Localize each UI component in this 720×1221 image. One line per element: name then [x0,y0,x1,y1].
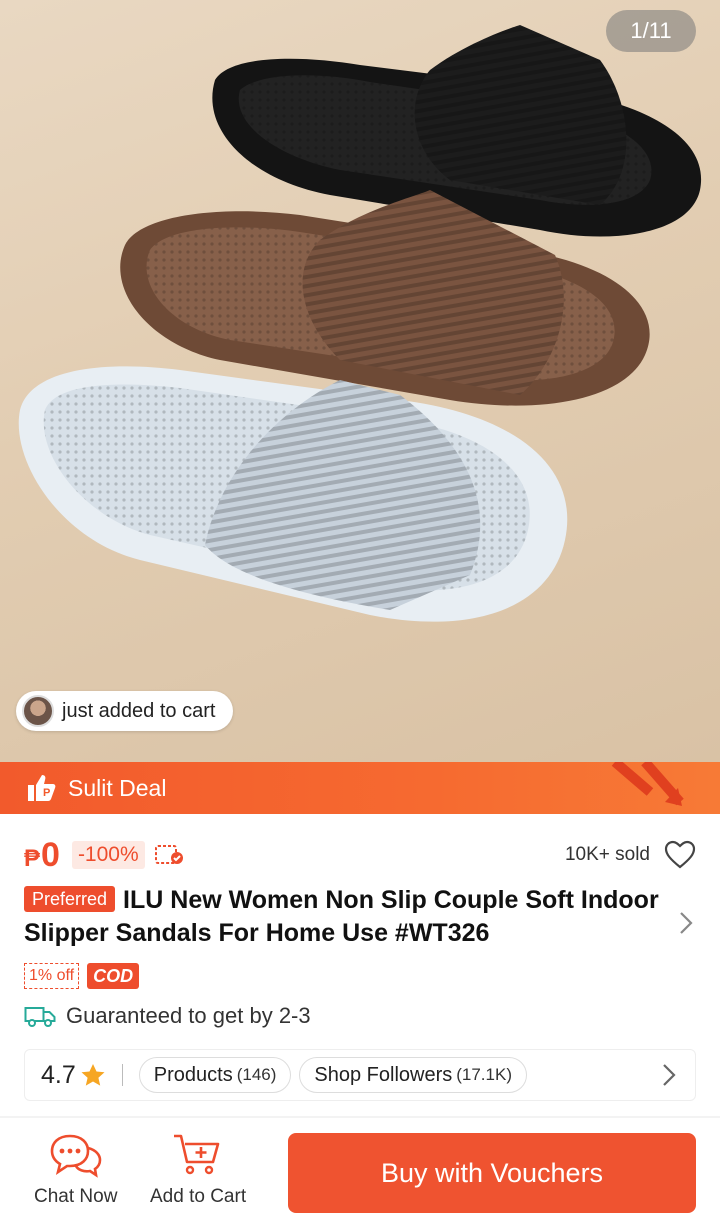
product-image-gallery[interactable]: 1/11 just added to cart [0,0,720,762]
cod-tag: COD [87,963,140,989]
svg-text:P: P [43,787,50,799]
followers-label: Shop Followers [314,1063,453,1086]
shop-rating: 4.7 [41,1061,106,1090]
divider [121,1064,123,1086]
truck-icon [24,1007,56,1027]
deal-label: Sulit Deal [68,774,167,801]
cart-icon [174,1134,220,1175]
sold-count: 10K+ sold [564,844,650,865]
discount-off-tag: 1% off [24,963,80,989]
chat-now-label: Chat Now [34,1186,118,1207]
rating-value: 4.7 [41,1060,76,1089]
discount-badge: -100% [71,841,145,869]
followers-count: (17.1K) [456,1065,512,1084]
shop-info-row[interactable]: 4.7 Products (146) Shop Followers (17.1K… [24,1049,696,1101]
product-title[interactable]: Preferred ILU New Women Non Slip Couple S… [24,884,664,950]
add-to-cart-button[interactable]: Add to Cart [150,1132,246,1208]
buyer-avatar [22,695,54,727]
shipping-text: Guaranteed to get by 2-3 [66,1003,311,1028]
star-icon [81,1064,105,1086]
bottom-action-bar: Chat Now Add to Cart Buy with Vouchers [0,1120,720,1221]
product-photo-slippers [18,25,702,622]
buy-with-vouchers-button[interactable]: Buy with Vouchers [288,1133,696,1213]
preferred-badge: Preferred [24,886,116,912]
products-pill[interactable]: Products (146) [138,1057,292,1093]
chat-icon [50,1134,102,1178]
preferred-deal-icon: P [28,775,56,801]
toast-text: just added to cart [62,699,216,722]
price-row: ₱ 0 -100% 10K+ sold [24,833,696,877]
section-divider [0,1116,720,1118]
shipping-guarantee[interactable]: Guaranteed to get by 2-3 [24,1003,311,1029]
price-amount: 0 [41,835,60,874]
products-count: (146) [236,1065,277,1084]
products-label: Products [153,1063,233,1086]
chevron-right-icon[interactable] [678,910,694,936]
product-title-text: ILU New Women Non Slip Couple Soft Indoo… [24,886,659,947]
chat-now-button[interactable]: Chat Now [34,1132,117,1208]
heart-icon[interactable] [664,840,696,870]
price-currency: ₱ [24,844,41,872]
followers-pill[interactable]: Shop Followers (17.1K) [299,1057,527,1093]
sulit-deal-banner: P Sulit Deal [0,762,720,814]
deal-arrows-decoration [611,762,684,806]
voucher-tag-icon [154,845,183,864]
promo-tags: 1% off COD [24,963,140,989]
price: ₱ 0 [24,836,60,875]
chevron-right-icon[interactable] [661,1062,677,1088]
add-to-cart-label: Add to Cart [150,1186,247,1207]
added-to-cart-toast: just added to cart [16,691,234,731]
image-counter: 1/11 [606,10,696,52]
